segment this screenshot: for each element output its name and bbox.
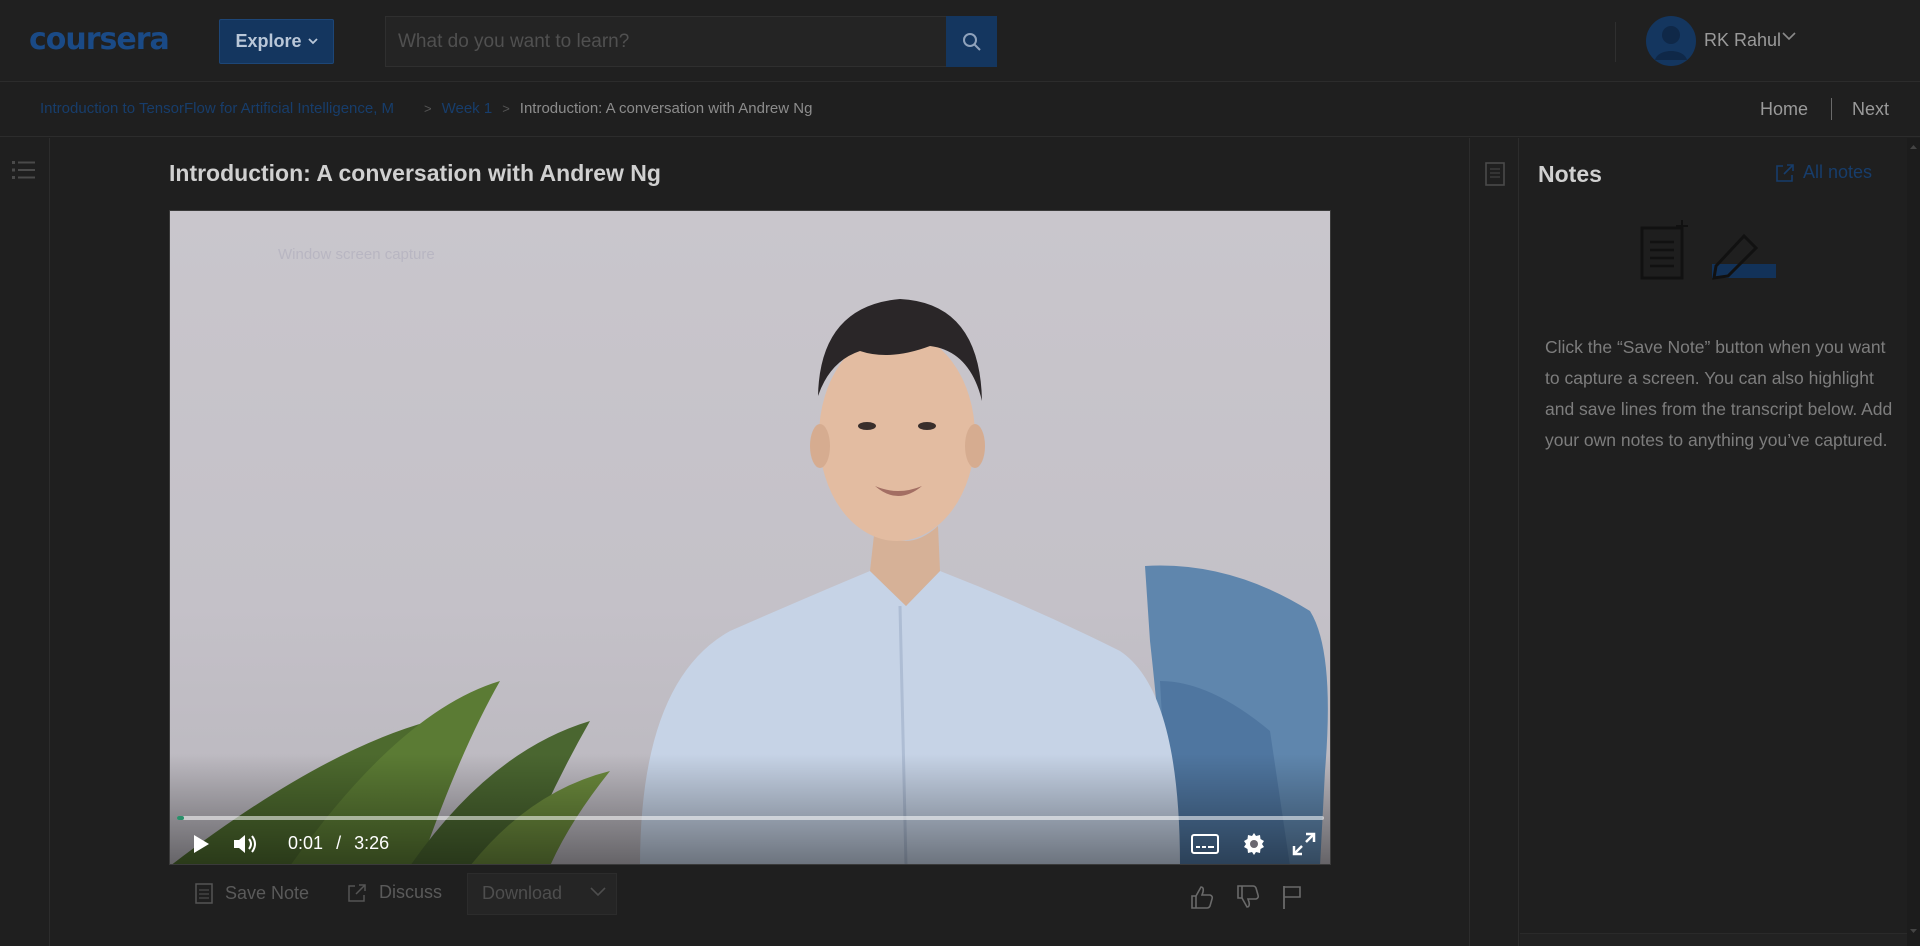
vertical-scrollbar[interactable]	[1907, 138, 1920, 946]
external-link-icon	[348, 883, 366, 902]
chevron-right-icon: >	[502, 101, 510, 116]
search-input[interactable]	[386, 17, 946, 66]
breadcrumb: Introduction to TensorFlow for Artificia…	[40, 100, 812, 117]
search-icon	[962, 32, 981, 51]
time-display: 0:01 / 3:26	[288, 833, 389, 854]
notes-panel: Notes All notes Click the “Save Note” bu…	[1520, 138, 1920, 946]
breadcrumb-current: Introduction: A conversation with Andrew…	[519, 100, 813, 117]
chevron-down-icon	[307, 38, 318, 45]
download-dropdown[interactable]: Download	[467, 873, 617, 915]
explore-button[interactable]: Explore	[219, 19, 334, 64]
settings-button[interactable]	[1240, 831, 1268, 857]
scroll-down-icon[interactable]	[1907, 926, 1920, 936]
notes-rail	[1469, 138, 1519, 946]
time-separator: /	[336, 833, 342, 853]
notes-title: Notes	[1538, 161, 1602, 187]
video-player[interactable]: Window screen capture 0:01 / 3:26	[169, 210, 1331, 865]
next-link[interactable]: Next	[1852, 99, 1889, 120]
save-note-button[interactable]: Save Note	[195, 882, 309, 904]
discuss-button[interactable]: Discuss	[347, 882, 442, 903]
horizontal-scrollbar[interactable]	[1520, 933, 1907, 946]
fullscreen-button[interactable]	[1290, 831, 1318, 857]
flag-icon[interactable]	[1281, 884, 1303, 910]
explore-label: Explore	[235, 31, 302, 51]
duration: 3:26	[354, 833, 390, 853]
all-notes-link[interactable]: All notes	[1775, 162, 1872, 183]
volume-icon	[234, 835, 256, 853]
thumbs-down-icon[interactable]	[1236, 884, 1260, 910]
list-menu-icon[interactable]	[12, 160, 36, 180]
coursera-logo[interactable]: coursera	[29, 22, 170, 57]
nav-divider	[1831, 98, 1832, 120]
save-note-label: Save Note	[225, 882, 310, 903]
play-button[interactable]	[188, 831, 214, 857]
header-divider	[1615, 22, 1616, 62]
user-icon	[1655, 26, 1687, 60]
notes-toggle-icon[interactable]	[1485, 162, 1505, 186]
home-link[interactable]: Home	[1760, 99, 1808, 120]
notes-help-text: Click the “Save Note” button when you wa…	[1545, 337, 1893, 450]
search-bar	[385, 16, 997, 67]
discuss-label: Discuss	[379, 882, 443, 902]
video-watermark: Window screen capture	[278, 246, 435, 263]
left-sidebar	[0, 138, 50, 946]
page-title: Introduction: A conversation with Andrew…	[169, 160, 661, 186]
play-icon	[194, 835, 209, 853]
progress-fill	[177, 816, 184, 820]
progress-bar[interactable]	[177, 816, 1324, 820]
avatar[interactable]	[1646, 16, 1696, 66]
current-time: 0:01	[288, 833, 324, 853]
note-icon	[195, 883, 213, 904]
top-navbar: coursera Explore RK Rahul	[0, 0, 1920, 82]
breadcrumb-week[interactable]: Week 1	[442, 100, 493, 117]
download-label: Download	[482, 883, 563, 903]
gear-icon	[1244, 833, 1264, 855]
notes-illustration	[1640, 220, 1776, 280]
user-name[interactable]: RK Rahul	[1704, 30, 1781, 51]
search-button[interactable]	[946, 16, 997, 67]
chevron-right-icon: >	[424, 101, 432, 116]
external-link-icon	[1776, 163, 1794, 182]
subtitles-icon	[1191, 834, 1219, 854]
fullscreen-icon	[1292, 832, 1316, 856]
breadcrumb-course[interactable]: Introduction to TensorFlow for Artificia…	[40, 100, 414, 117]
thumbs-up-icon[interactable]	[1190, 884, 1214, 910]
scroll-up-icon[interactable]	[1907, 142, 1920, 152]
breadcrumb-bar: Introduction to TensorFlow for Artificia…	[0, 82, 1920, 137]
chevron-down-icon	[590, 887, 606, 897]
volume-button[interactable]	[231, 831, 261, 857]
captions-button[interactable]	[1190, 831, 1220, 857]
chevron-down-icon[interactable]	[1782, 32, 1796, 41]
all-notes-label: All notes	[1803, 162, 1873, 182]
